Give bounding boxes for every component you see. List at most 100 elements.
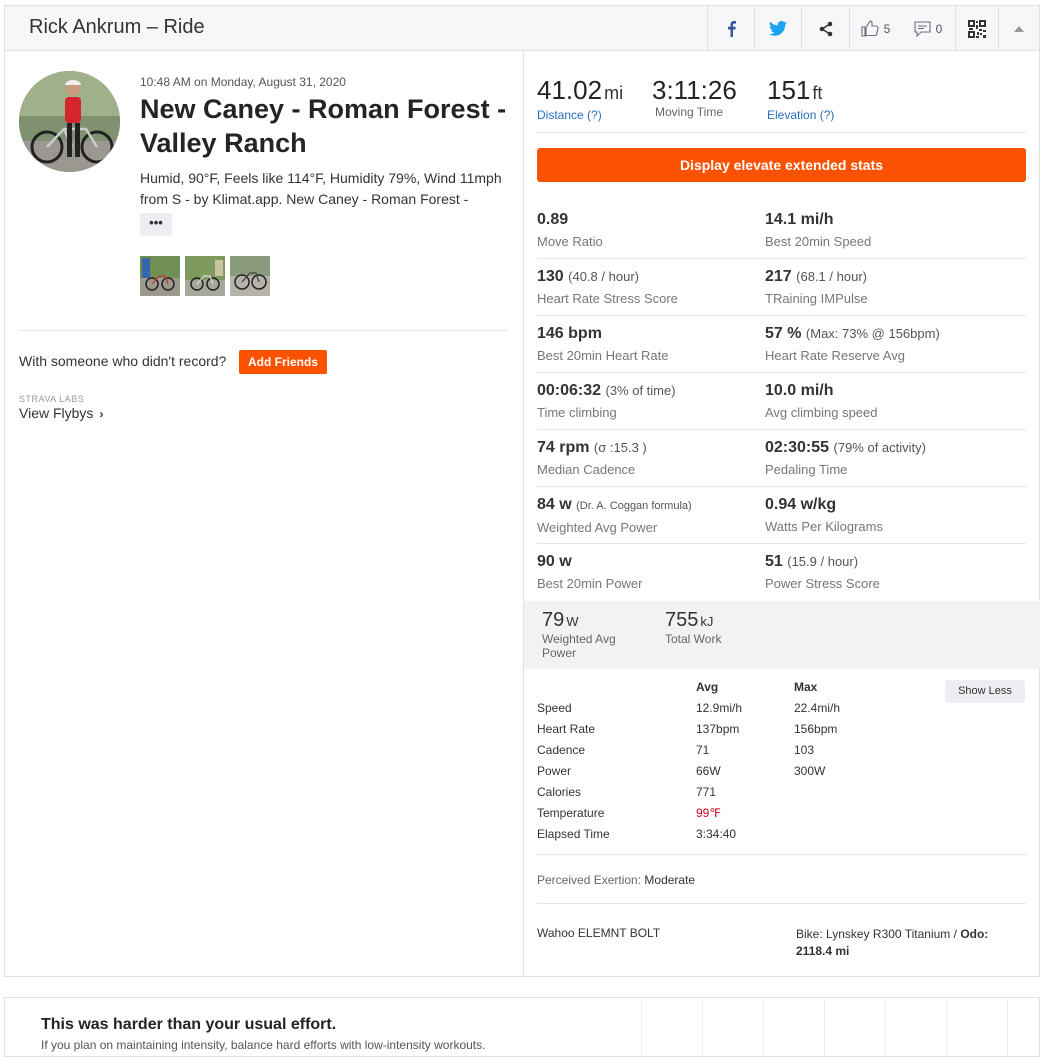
activity-date: 10:48 AM on Monday, August 31, 2020 xyxy=(140,75,346,89)
add-friends-button[interactable]: Add Friends xyxy=(239,350,327,374)
chart-gridline xyxy=(641,998,642,1058)
qr-code-icon xyxy=(968,19,986,38)
extended-stat-value: 217 xyxy=(765,268,792,285)
comments-count: 0 xyxy=(935,21,943,36)
extended-stat-value: 146 bpm xyxy=(537,325,602,342)
table-cell-max: 103 xyxy=(794,743,815,757)
extended-stat: 14.1 mi/h Best 20min Speed xyxy=(765,210,871,249)
column-header-avg: Avg xyxy=(696,680,719,694)
expand-description-button[interactable]: ••• xyxy=(140,213,172,236)
divider xyxy=(19,330,507,331)
elevation-value: 151 xyxy=(767,75,811,105)
chevron-right-icon: › xyxy=(99,407,104,421)
kudos-button[interactable]: 5 xyxy=(849,6,901,51)
twitter-icon xyxy=(769,21,787,36)
table-cell-avg: 66W xyxy=(696,764,721,778)
extended-stat-label: Pedaling Time xyxy=(765,462,848,477)
table-cell-max: 156bpm xyxy=(794,722,838,736)
extended-stat: 146 bpm Best 20min Heart Rate xyxy=(537,324,669,363)
extended-stat: 51 (15.9 / hour) Power Stress Score xyxy=(765,552,880,591)
qr-code-button[interactable] xyxy=(955,6,998,51)
extended-stat-label: Avg climbing speed xyxy=(765,405,878,420)
table-row: Temperature 99℉ xyxy=(537,806,937,827)
elevate-extended-stats-button[interactable]: Display elevate extended stats xyxy=(537,148,1026,182)
distance-unit: mi xyxy=(604,83,624,103)
extended-stat-label: Time climbing xyxy=(537,405,617,420)
table-cell-avg: 71 xyxy=(696,743,710,757)
extended-stat: 00:06:32 (3% of time) Time climbing xyxy=(537,381,676,420)
extended-stat-label: Power Stress Score xyxy=(765,576,880,591)
extended-stat-label: Best 20min Speed xyxy=(765,234,872,249)
activity-stats: 41.02 mi Distance (?) 3:11:26 Moving Time… xyxy=(523,52,1040,976)
activity-name: New Caney - Roman Forest - Valley Ranch xyxy=(140,94,507,158)
extended-stat-extra: (68.1 / hour) xyxy=(796,269,867,284)
activity-summary: 10:48 AM on Monday, August 31, 2020 New … xyxy=(5,52,523,976)
extended-stat-extra: (3% of time) xyxy=(605,383,676,398)
perceived-exertion: Perceived Exertion: Moderate xyxy=(537,873,695,887)
extended-stat-value: 02:30:55 xyxy=(765,439,830,456)
divider xyxy=(537,854,1026,855)
extended-stat-extra: (σ :15.3 ) xyxy=(593,440,647,455)
chart-gridline xyxy=(885,998,886,1058)
extended-stat-label: Heart Rate Stress Score xyxy=(537,291,678,306)
column-header-max: Max xyxy=(794,680,818,694)
collapse-button[interactable] xyxy=(998,6,1039,51)
distance-help-link[interactable]: Distance (?) xyxy=(537,108,623,122)
comment-icon xyxy=(914,20,931,37)
extended-stat-value: 14.1 mi/h xyxy=(765,211,834,228)
facebook-share-button[interactable] xyxy=(707,6,754,51)
show-less-button[interactable]: Show Less xyxy=(945,680,1025,703)
extended-stat: 84 w (Dr. A. Coggan formula) Weighted Avg… xyxy=(537,495,692,535)
photo-image xyxy=(230,256,270,296)
table-row: Elapsed Time 3:34:40 xyxy=(537,827,937,848)
extended-stat-extra: (Dr. A. Coggan formula) xyxy=(576,500,692,512)
elevation-help-link[interactable]: Elevation (?) xyxy=(767,108,834,122)
exertion-value: Moderate xyxy=(644,873,696,887)
extended-stat-extra: (40.8 / hour) xyxy=(568,269,639,284)
extended-stat-label: Best 20min Heart Rate xyxy=(537,348,669,363)
extended-stat-label: Heart Rate Reserve Avg xyxy=(765,348,905,363)
distance-value: 41.02 xyxy=(537,75,603,105)
with-someone-text: With someone who didn't record? xyxy=(19,353,227,369)
activity-description: Humid, 90°F, Feels like 114°F, Humidity … xyxy=(140,168,510,210)
odo-value: 2118.4 mi xyxy=(796,944,850,958)
photo-thumbnail[interactable] xyxy=(230,256,270,296)
stat-weighted-avg-power: 79 W Weighted Avg Power xyxy=(542,609,632,660)
effort-title: This was harder than your usual effort. xyxy=(41,1016,337,1033)
moving-time-label: Moving Time xyxy=(655,105,724,119)
extended-stat-value: 74 rpm xyxy=(537,439,590,456)
photo-thumbnail[interactable] xyxy=(140,256,180,296)
avatar[interactable] xyxy=(19,71,120,172)
divider xyxy=(537,132,1026,133)
table-row: Calories 771 xyxy=(537,785,937,806)
stat-total-work: 755 kJ Total Work xyxy=(665,609,755,646)
divider xyxy=(537,429,1026,430)
avatar-photo xyxy=(19,71,120,172)
extended-stat-value: 00:06:32 xyxy=(537,382,602,399)
effort-card: This was harder than your usual effort. … xyxy=(4,997,1040,1058)
view-flybys-link[interactable]: View Flybys › xyxy=(19,405,103,421)
extended-stat-label: Median Cadence xyxy=(537,462,636,477)
exertion-label: Perceived Exertion: xyxy=(537,873,642,887)
table-cell-label: Power xyxy=(537,764,572,778)
photo-image xyxy=(185,256,225,296)
elevation-unit: ft xyxy=(812,83,823,103)
table-cell-label: Elapsed Time xyxy=(537,827,610,841)
extended-stat-value: 51 xyxy=(765,553,783,570)
moving-time-value: 3:11:26 xyxy=(652,75,737,105)
activity-header: Rick Ankrum – Ride 5 0 xyxy=(5,6,1039,51)
table-cell-avg: 771 xyxy=(696,785,717,799)
extended-stat-value: 10.0 mi/h xyxy=(765,382,834,399)
extended-stat: 217 (68.1 / hour) TRaining IMPulse xyxy=(765,267,868,306)
odo-label: Odo: xyxy=(960,927,989,941)
extended-stat-extra: (15.9 / hour) xyxy=(787,554,859,569)
table-cell-label: Temperature xyxy=(537,806,605,820)
photo-thumbnail[interactable] xyxy=(185,256,225,296)
extended-stat-value: 84 w xyxy=(537,496,572,513)
twitter-share-button[interactable] xyxy=(754,6,801,51)
chart-gridline xyxy=(824,998,825,1058)
share-button[interactable] xyxy=(801,6,849,51)
bike-info: Bike: Lynskey R300 Titanium / Odo: 2118.4… xyxy=(796,926,1006,960)
chart-gridline xyxy=(946,998,947,1058)
comments-button[interactable]: 0 xyxy=(901,6,955,51)
